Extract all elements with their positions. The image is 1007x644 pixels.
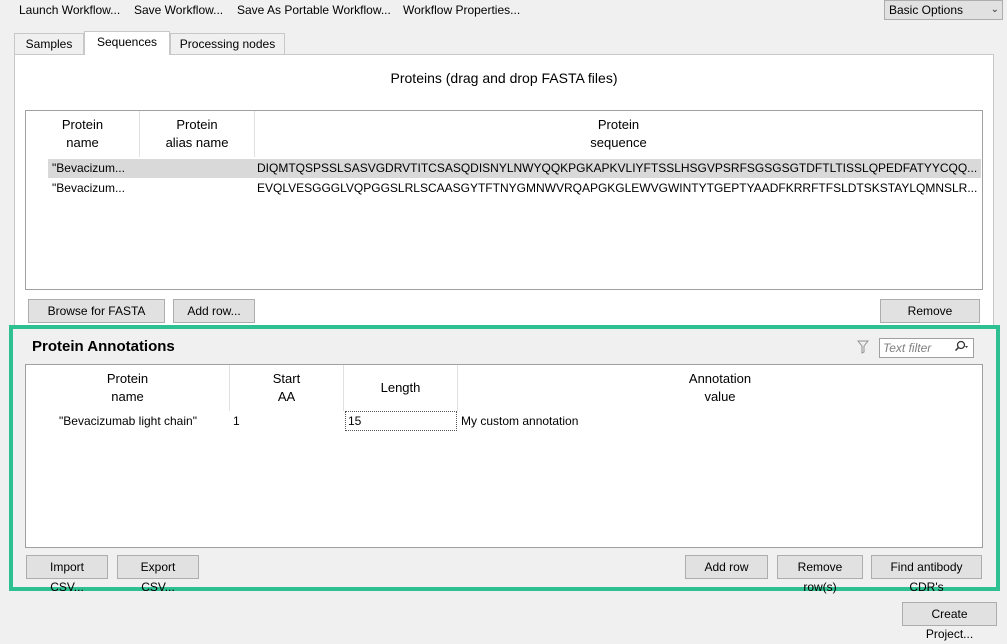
start-aa-cell: 1: [233, 414, 240, 428]
header-line: AA: [277, 389, 296, 404]
header-line: sequence: [590, 135, 647, 150]
header-line: name: [111, 389, 144, 404]
header-line: name: [66, 135, 99, 150]
column-header-start-aa[interactable]: Start AA: [230, 365, 344, 411]
column-header-protein-name[interactable]: Protein name: [26, 365, 230, 411]
add-row-button[interactable]: Add row: [685, 555, 768, 579]
workflow-toolbar: Launch Workflow... Save Workflow... Save…: [0, 0, 1007, 22]
proteins-title: Proteins (drag and drop FASTA files): [390, 70, 618, 86]
funnel-icon: [856, 340, 870, 354]
header-line: Protein: [176, 117, 218, 132]
header-line: value: [704, 389, 736, 404]
chevron-down-icon: ⌄: [990, 4, 999, 15]
browse-fasta-button[interactable]: Browse for FASTA file...: [28, 299, 165, 338]
header-line: Protein: [597, 117, 640, 132]
find-antibody-cdrs-button[interactable]: Find antibody CDR's: [871, 555, 982, 594]
annotation-value-cell: My custom annotation: [461, 414, 579, 428]
protein-name-cell: "Bevacizum...: [52, 161, 125, 175]
workflow-properties-button[interactable]: Workflow Properties...: [397, 2, 526, 19]
tab-processing-nodes[interactable]: Processing nodes: [170, 33, 285, 54]
launch-workflow-button[interactable]: Launch Workflow...: [13, 2, 126, 19]
header-line: Length: [380, 380, 421, 395]
filter-icon[interactable]: [856, 340, 870, 357]
tab-sequences[interactable]: Sequences: [84, 31, 170, 55]
text-filter-placeholder: Text filter: [883, 341, 932, 355]
length-cell-editor[interactable]: 15: [345, 411, 457, 431]
sequence-cell: DIQMTQSPSSLSASVGDRVTITCSASQDISNYLNWYQQKP…: [257, 161, 978, 175]
save-portable-workflow-button[interactable]: Save As Portable Workflow...: [231, 2, 397, 19]
annotations-title: Protein Annotations: [32, 338, 175, 355]
remove-selected-button[interactable]: Remove selected: [880, 299, 980, 338]
header-line: Start: [272, 371, 301, 386]
table-row[interactable]: "Bevacizum... DIQMTQSPSSLSASVGDRVTITCSAS…: [48, 159, 981, 178]
header-line: Protein: [61, 117, 104, 132]
annotations-table[interactable]: Protein name Start AA Length Annotation …: [25, 364, 983, 548]
header-line: Annotation: [688, 371, 752, 386]
export-csv-button[interactable]: Export CSV...: [117, 555, 199, 594]
magnifier-icon: [954, 340, 968, 352]
sequence-cell: EVQLVESGGGLVQPGGSLRLSCAASGYTFTNYGMNWVRQA…: [257, 181, 978, 195]
header-line: Protein: [106, 371, 149, 386]
search-icon[interactable]: [953, 339, 969, 358]
column-header-annotation-value[interactable]: Annotation value: [458, 365, 982, 411]
text-filter-input[interactable]: Text filter: [879, 338, 974, 358]
options-select-value: Basic Options: [889, 3, 964, 17]
add-row-button[interactable]: Add row...: [173, 299, 255, 323]
column-header-protein-name[interactable]: Protein name: [26, 111, 140, 157]
import-csv-button[interactable]: Import CSV...: [26, 555, 108, 594]
proteins-table[interactable]: Protein name Protein alias name Protein …: [25, 110, 983, 290]
protein-name-cell: "Bevacizum...: [52, 181, 125, 195]
create-project-button[interactable]: Create Project...: [902, 602, 997, 641]
options-select[interactable]: Basic Options ⌄: [884, 0, 1003, 20]
column-header-sequence[interactable]: Protein sequence: [255, 111, 982, 157]
protein-name-cell: "Bevacizumab light chain": [59, 414, 197, 428]
table-row[interactable]: "Bevacizumab light chain" 1 15 My custom…: [26, 411, 982, 431]
remove-rows-button[interactable]: Remove row(s): [777, 555, 863, 594]
table-row[interactable]: "Bevacizum... EVQLVESGGGLVQPGGSLRLSCAASG…: [48, 179, 981, 198]
save-workflow-button[interactable]: Save Workflow...: [128, 2, 229, 19]
header-line: alias name: [165, 135, 229, 150]
column-header-length[interactable]: Length: [344, 365, 458, 411]
column-header-alias-name[interactable]: Protein alias name: [140, 111, 255, 157]
tab-samples[interactable]: Samples: [14, 33, 84, 54]
